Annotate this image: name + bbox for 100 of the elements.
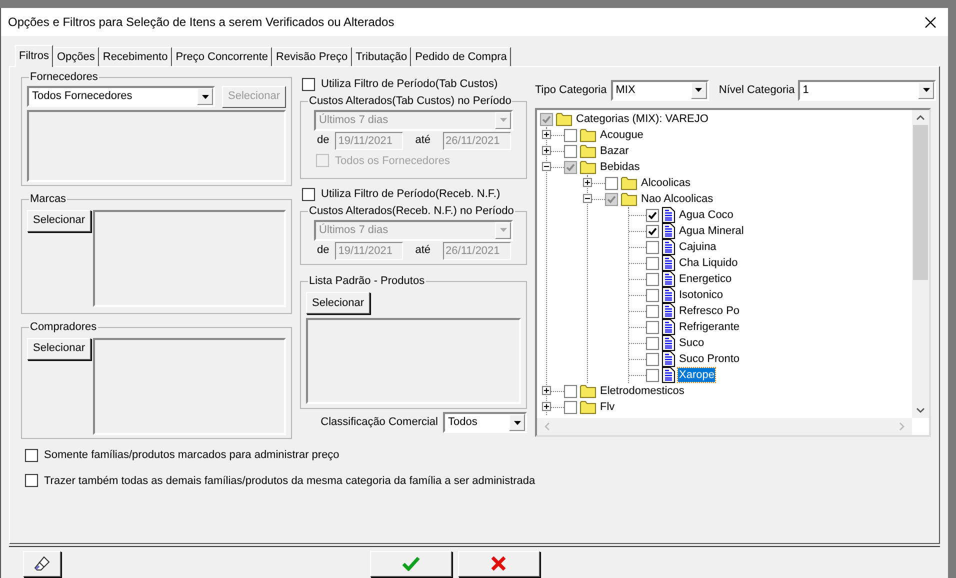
group-title: Lista Padrão - Produtos [308, 274, 426, 289]
field-label: Nível Categoria [718, 82, 795, 98]
tab[interactable]: Tributação [352, 47, 412, 66]
folder-icon [580, 144, 596, 158]
list-box[interactable] [92, 338, 286, 434]
tab[interactable]: Recebimento [98, 47, 172, 66]
expand-icon[interactable] [542, 402, 551, 411]
folder-icon [621, 176, 637, 190]
document-icon [662, 223, 675, 239]
document-icon [662, 351, 675, 367]
tree-checkbox[interactable] [646, 352, 659, 366]
tree-item[interactable]: Energetico [678, 272, 733, 286]
vertical-scrollbar[interactable] [912, 110, 929, 418]
window-title: Opções e Filtros para Seleção de Itens a serem Verificados ou Alterados [8, 14, 394, 31]
checkbox[interactable] [25, 448, 38, 462]
tree-item[interactable]: Suco [678, 336, 706, 350]
field-label: até [415, 243, 431, 258]
document-icon [662, 239, 675, 255]
tree-checkbox[interactable] [646, 320, 659, 334]
cancel-icon [491, 556, 506, 571]
list-box[interactable] [306, 318, 521, 404]
tree-checkbox[interactable] [605, 176, 618, 190]
tree-item[interactable]: Refrigerante [678, 320, 741, 334]
folder-icon [580, 160, 596, 174]
list-box[interactable] [27, 110, 286, 182]
field-label: de [317, 133, 330, 148]
expand-icon[interactable] [542, 386, 551, 395]
tree-item[interactable]: Categorias (MIX): VAREJO [575, 112, 710, 126]
tree-item[interactable]: Flv [599, 400, 616, 414]
tree-item[interactable]: Alcoolicas [640, 176, 692, 190]
tree-item[interactable]: Eletrodomesticos [599, 384, 686, 398]
field-label: até [415, 133, 431, 148]
document-icon [662, 255, 675, 271]
checkbox-label: Somente famílias/produtos marcados para administrar preço [44, 448, 340, 463]
confirm-button[interactable] [370, 550, 452, 576]
field-label: Classificação Comercial [320, 415, 438, 430]
dropdown[interactable]: Todos Fornecedores [27, 86, 216, 107]
tab[interactable]: Pedido de Compra [411, 47, 511, 66]
checkbox-label: Trazer também todas as demais famílias/produtos da mesma categoria da família a ser administrada [44, 474, 536, 488]
select-button[interactable]: Selecionar [27, 210, 91, 232]
scroll-down-icon[interactable] [916, 406, 925, 415]
tree-item[interactable]: Cajuina [678, 240, 718, 254]
tree-checkbox[interactable] [564, 128, 577, 142]
tab[interactable]: Revisão Preço [272, 47, 352, 66]
expand-icon[interactable] [583, 178, 592, 187]
folder-icon [580, 400, 596, 414]
tree-checkbox[interactable] [646, 336, 659, 350]
document-icon [662, 207, 675, 223]
collapse-icon[interactable] [542, 162, 551, 171]
tree-item[interactable]: Suco Pronto [678, 352, 741, 366]
tree-checkbox[interactable] [564, 400, 577, 414]
tree-checkbox[interactable] [646, 368, 659, 382]
list-box[interactable] [92, 210, 286, 306]
checkbox[interactable] [302, 78, 315, 90]
group-title: Marcas [29, 192, 68, 207]
tree-item[interactable]: Nao Alcoolicas [640, 192, 714, 206]
tab[interactable]: Preço Concorrente [172, 47, 272, 66]
tree-item[interactable]: Bazar [599, 144, 630, 158]
tree-checkbox[interactable] [646, 272, 659, 286]
select-button[interactable]: Selecionar [27, 338, 91, 360]
tree-item[interactable]: Xarope [678, 368, 716, 382]
tree-checkbox[interactable] [646, 240, 659, 254]
select-button[interactable]: Selecionar [306, 292, 370, 314]
cancel-button[interactable] [458, 550, 540, 576]
eraser-button[interactable] [23, 550, 61, 576]
tab[interactable]: Opções [52, 47, 99, 66]
scroll-up-icon[interactable] [916, 113, 925, 122]
tree-item[interactable]: Bebidas [599, 160, 641, 174]
tree-checkbox[interactable] [646, 256, 659, 270]
tree-checkbox[interactable] [646, 288, 659, 302]
tree-item[interactable]: Refresco Po [678, 304, 741, 318]
dropdown[interactable]: 1 [798, 80, 936, 100]
tree-checkbox[interactable] [646, 304, 659, 318]
tree-item[interactable]: Acougue [599, 128, 644, 142]
tree-checkbox[interactable] [564, 144, 577, 158]
document-icon [662, 271, 675, 287]
group-title: Fornecedores [29, 70, 99, 85]
document-icon [662, 287, 675, 303]
close-icon[interactable] [925, 16, 936, 28]
tree-item[interactable]: Cha Liquido [678, 256, 739, 270]
document-icon [662, 367, 675, 383]
checkbox[interactable] [25, 474, 38, 488]
tree-checkbox[interactable] [564, 384, 577, 398]
group-title: Compradores [29, 320, 98, 335]
checkbox-label: Utiliza Filtro de Período(Receb. N.F.) [321, 186, 500, 202]
dropdown[interactable]: Todos [443, 412, 527, 433]
folder-icon [580, 384, 596, 398]
checkbox-label: Todos os Fornecedores [335, 154, 450, 168]
expand-icon[interactable] [542, 130, 551, 139]
document-icon [662, 319, 675, 335]
tree-item[interactable]: Isotonico [678, 288, 724, 302]
tree-item[interactable]: Agua Coco [678, 208, 734, 222]
checkbox[interactable] [302, 188, 315, 200]
document-icon [662, 335, 675, 351]
expand-icon[interactable] [542, 146, 551, 155]
document-icon [662, 303, 675, 319]
collapse-icon[interactable] [583, 194, 592, 203]
dropdown[interactable]: MIX [610, 80, 709, 100]
tree-item[interactable]: Agua Mineral [678, 224, 745, 238]
tab[interactable]: Filtros [15, 45, 53, 67]
